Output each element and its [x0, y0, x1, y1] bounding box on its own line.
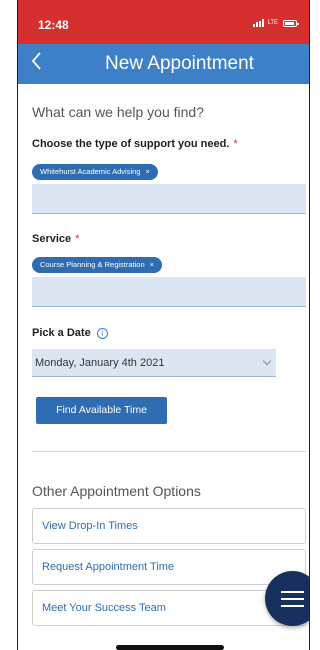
- other-options-heading: Other Appointment Options: [32, 483, 201, 499]
- date-label: Pick a Date i: [32, 327, 108, 339]
- status-indicators: LTE: [253, 19, 299, 27]
- home-indicator: [116, 645, 224, 650]
- divider: [32, 451, 306, 452]
- option-view-drop-in-times[interactable]: View Drop-In Times: [32, 508, 306, 544]
- hamburger-icon: [281, 591, 304, 593]
- date-label-text: Pick a Date: [32, 327, 91, 339]
- phone-screen: 12:48 LTE New Appointment What can we he…: [17, 0, 310, 650]
- chevron-down-icon: [262, 356, 272, 366]
- status-bar: 12:48 LTE: [18, 0, 309, 44]
- support-type-label: Choose the type of support you need. *: [32, 138, 238, 150]
- find-available-time-button[interactable]: Find Available Time: [36, 397, 167, 424]
- help-heading: What can we help you find?: [32, 104, 204, 120]
- network-label: LTE: [267, 20, 278, 26]
- chip-label: Whitehurst Academic Advising: [40, 167, 141, 176]
- option-request-appointment-time[interactable]: Request Appointment Time: [32, 549, 306, 585]
- date-value: Monday, January 4th 2021: [35, 357, 165, 369]
- service-label-text: Service: [32, 233, 72, 245]
- required-mark: *: [75, 233, 80, 245]
- info-icon[interactable]: i: [96, 327, 108, 339]
- date-select[interactable]: Monday, January 4th 2021: [32, 349, 276, 377]
- chip-label: Course Planning & Registration: [40, 260, 145, 269]
- nav-bar: New Appointment: [18, 44, 309, 84]
- signal-icon: [253, 19, 265, 27]
- status-time: 12:48: [38, 18, 69, 32]
- support-type-chip: Whitehurst Academic Advising ×: [32, 164, 158, 180]
- service-input[interactable]: [32, 277, 306, 307]
- chip-remove-icon[interactable]: ×: [150, 260, 154, 269]
- required-mark: *: [233, 138, 238, 150]
- support-type-label-text: Choose the type of support you need.: [32, 138, 230, 150]
- service-label: Service *: [32, 233, 79, 245]
- support-type-input[interactable]: [32, 184, 306, 214]
- chip-remove-icon[interactable]: ×: [145, 167, 149, 176]
- service-chip: Course Planning & Registration ×: [32, 257, 163, 273]
- battery-icon: [283, 19, 299, 27]
- page-title: New Appointment: [105, 53, 254, 74]
